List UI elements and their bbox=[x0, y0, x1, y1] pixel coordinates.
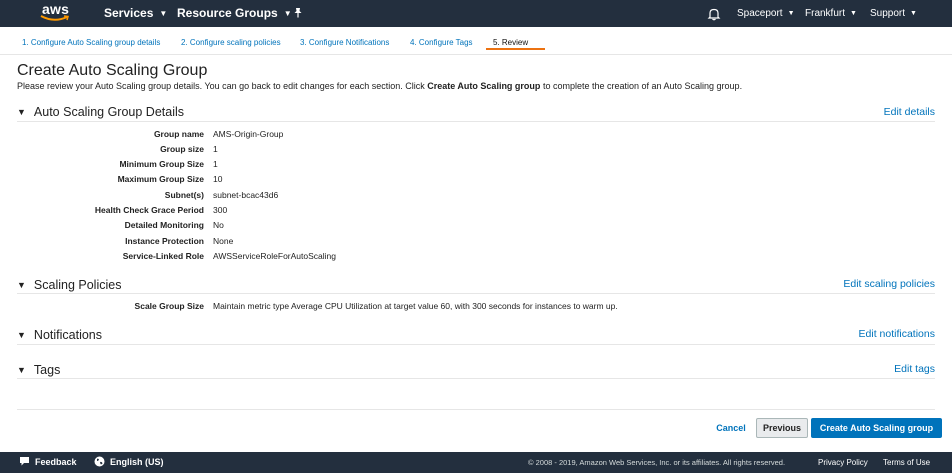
wizard-step-2[interactable]: 2. Configure scaling policies bbox=[181, 38, 281, 47]
resource-groups-menu[interactable]: Resource Groups ▼ bbox=[177, 0, 292, 27]
edit-notifications-link[interactable]: Edit notifications bbox=[859, 328, 935, 340]
language-label: English (US) bbox=[110, 457, 164, 467]
chevron-down-icon: ▼ bbox=[850, 10, 857, 17]
detail-label: Group name bbox=[153, 129, 204, 139]
chevron-down-icon: ▼ bbox=[283, 9, 292, 18]
tags-section-toggle[interactable]: ▼ Tags bbox=[17, 363, 60, 377]
chevron-down-icon: ▼ bbox=[159, 9, 168, 18]
detail-label: Health Check Grace Period bbox=[94, 205, 204, 215]
detail-value: 10 bbox=[213, 174, 223, 184]
wizard-step-4[interactable]: 4. Configure Tags bbox=[410, 38, 473, 47]
detail-value: subnet-bcac43d6 bbox=[213, 190, 279, 200]
feedback-button[interactable]: Feedback bbox=[19, 452, 77, 473]
caret-down-icon: ▼ bbox=[17, 280, 26, 290]
privacy-policy-link[interactable]: Privacy Policy bbox=[818, 452, 868, 473]
support-menu-label: Support bbox=[870, 8, 906, 19]
language-selector[interactable]: English (US) bbox=[94, 452, 164, 473]
cancel-button[interactable]: Cancel bbox=[710, 419, 752, 437]
detail-label: Minimum Group Size bbox=[119, 159, 204, 169]
edit-details-link[interactable]: Edit details bbox=[884, 106, 935, 118]
previous-button[interactable]: Previous bbox=[756, 418, 808, 438]
detail-value: 300 bbox=[213, 205, 228, 215]
feedback-label: Feedback bbox=[35, 457, 77, 467]
chevron-down-icon: ▼ bbox=[910, 10, 917, 17]
detail-value: None bbox=[213, 236, 234, 246]
account-menu[interactable]: Spaceport ▼ bbox=[737, 0, 795, 27]
page-title: Create Auto Scaling Group bbox=[17, 62, 208, 79]
region-menu-label: Frankfurt bbox=[805, 8, 846, 19]
edit-scaling-policies-link[interactable]: Edit scaling policies bbox=[843, 278, 935, 290]
policies-section-toggle[interactable]: ▼ Scaling Policies bbox=[17, 278, 121, 292]
policies-section-heading: Scaling Policies bbox=[33, 278, 122, 292]
wizard-step-1[interactable]: 1. Configure Auto Scaling group details bbox=[22, 38, 160, 47]
detail-value: AMS-Origin-Group bbox=[213, 129, 284, 139]
page-intro: Please review your Auto Scaling group de… bbox=[17, 81, 743, 91]
details-section-heading: Auto Scaling Group Details bbox=[33, 105, 185, 119]
edit-tags-link[interactable]: Edit tags bbox=[894, 363, 935, 375]
terms-of-use-link[interactable]: Terms of Use bbox=[883, 452, 930, 473]
aws-logo[interactable]: aws bbox=[40, 1, 72, 25]
detail-value: 1 bbox=[213, 144, 218, 154]
active-step-indicator bbox=[486, 48, 545, 50]
aws-smile-icon bbox=[40, 15, 69, 21]
detail-label: Detailed Monitoring bbox=[124, 220, 204, 230]
services-menu-label: Services bbox=[104, 6, 154, 20]
account-menu-label: Spaceport bbox=[737, 8, 783, 19]
copyright-text: © 2008 - 2019, Amazon Web Services, Inc.… bbox=[528, 458, 786, 467]
details-section-toggle[interactable]: ▼ Auto Scaling Group Details bbox=[17, 105, 184, 119]
detail-value: 1 bbox=[213, 159, 218, 169]
create-auto-scaling-group-button[interactable]: Create Auto Scaling group bbox=[811, 418, 942, 438]
section-divider bbox=[17, 344, 935, 345]
chevron-down-icon: ▼ bbox=[787, 10, 795, 17]
detail-label: Group size bbox=[160, 144, 204, 154]
resource-groups-menu-label: Resource Groups bbox=[177, 6, 278, 20]
actions-divider bbox=[17, 409, 935, 410]
pin-icon[interactable] bbox=[293, 0, 303, 27]
caret-down-icon: ▼ bbox=[17, 107, 26, 117]
detail-label: Subnet(s) bbox=[164, 190, 204, 200]
support-menu[interactable]: Support ▼ bbox=[870, 0, 917, 27]
notifications-section-heading: Notifications bbox=[33, 328, 103, 342]
section-divider bbox=[17, 293, 935, 294]
policy-value: Maintain metric type Average CPU Utiliza… bbox=[213, 301, 618, 311]
section-divider bbox=[17, 378, 935, 379]
caret-down-icon: ▼ bbox=[17, 330, 26, 340]
detail-value: No bbox=[213, 220, 224, 230]
policy-label: Scale Group Size bbox=[134, 301, 204, 311]
console-footer: Feedback English (US) © 2008 - 2019, Ama… bbox=[0, 452, 952, 473]
wizard-step-5[interactable]: 5. Review bbox=[493, 38, 528, 47]
section-divider bbox=[17, 121, 935, 122]
detail-label: Service-Linked Role bbox=[122, 251, 204, 261]
globe-icon bbox=[94, 456, 105, 467]
tags-section-heading: Tags bbox=[33, 363, 61, 377]
detail-value: AWSServiceRoleForAutoScaling bbox=[213, 251, 336, 261]
region-menu[interactable]: Frankfurt ▼ bbox=[805, 0, 857, 27]
notifications-section-toggle[interactable]: ▼ Notifications bbox=[17, 328, 102, 342]
detail-label: Maximum Group Size bbox=[117, 174, 204, 184]
top-navigation-bar: aws Services ▼ Resource Groups ▼ Spaceport… bbox=[0, 0, 952, 27]
feedback-icon bbox=[20, 457, 29, 466]
notifications-bell-icon[interactable] bbox=[707, 7, 721, 21]
services-menu[interactable]: Services ▼ bbox=[104, 0, 167, 27]
wizard-steps: 1. Configure Auto Scaling group details … bbox=[0, 27, 952, 55]
caret-down-icon: ▼ bbox=[17, 365, 26, 375]
detail-label: Instance Protection bbox=[125, 236, 204, 246]
wizard-step-3[interactable]: 3. Configure Notifications bbox=[300, 38, 389, 47]
